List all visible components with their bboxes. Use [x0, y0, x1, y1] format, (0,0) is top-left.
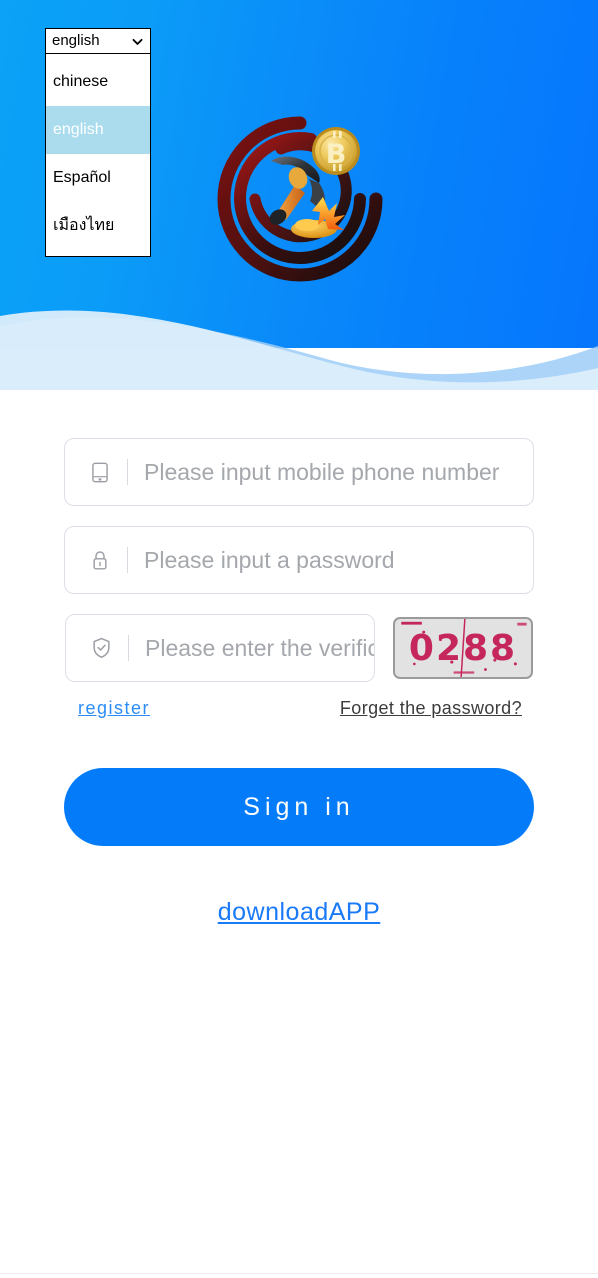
language-option-thai[interactable]: เมืองไทย: [46, 202, 150, 250]
phone-input[interactable]: [144, 452, 533, 492]
login-page: B english chinese english Español เมืองไ…: [0, 0, 598, 1278]
pickaxe-icon: [269, 156, 326, 225]
shield-check-icon: [88, 634, 114, 662]
mobile-phone-icon: [87, 458, 113, 486]
language-option-english[interactable]: english: [46, 106, 150, 154]
form-links-row: register Forget the password?: [64, 698, 534, 719]
svg-text:B: B: [326, 139, 347, 170]
login-form: 0288 register: [0, 438, 598, 927]
field-divider: [128, 635, 129, 661]
forget-password-link[interactable]: Forget the password?: [340, 698, 522, 719]
hero-banner: B english chinese english Español เมืองไ…: [0, 0, 598, 390]
wave-decoration: [0, 310, 598, 390]
bitcoin-coin-icon: B: [312, 127, 360, 175]
download-app-link[interactable]: downloadAPP: [218, 898, 381, 927]
phone-input-wrapper[interactable]: [64, 438, 534, 506]
bottom-divider: [0, 1273, 598, 1274]
register-link[interactable]: register: [78, 698, 150, 719]
sign-in-button[interactable]: Sign in: [64, 768, 534, 846]
verification-code-input[interactable]: [145, 628, 374, 668]
language-option-chinese[interactable]: chinese: [46, 58, 150, 106]
language-options-list[interactable]: chinese english Español เมืองไทย: [45, 54, 151, 257]
password-input-wrapper[interactable]: [64, 526, 534, 594]
verification-input-wrapper[interactable]: [65, 614, 375, 682]
field-divider: [127, 547, 128, 573]
language-select-value: english: [52, 32, 100, 49]
chevron-down-icon: [132, 38, 143, 45]
field-divider: [127, 459, 128, 485]
language-option-espanol[interactable]: Español: [46, 154, 150, 202]
password-input[interactable]: [144, 540, 533, 580]
captcha-image[interactable]: 0288: [393, 617, 533, 679]
captcha-noise-overlay: [401, 619, 527, 677]
crypto-mining-logo: B: [217, 116, 383, 282]
language-select[interactable]: english chinese english Español เมืองไทย: [45, 28, 151, 257]
verification-row: 0288: [0, 614, 598, 682]
lock-icon: [87, 546, 113, 574]
language-select-trigger[interactable]: english: [45, 28, 151, 54]
